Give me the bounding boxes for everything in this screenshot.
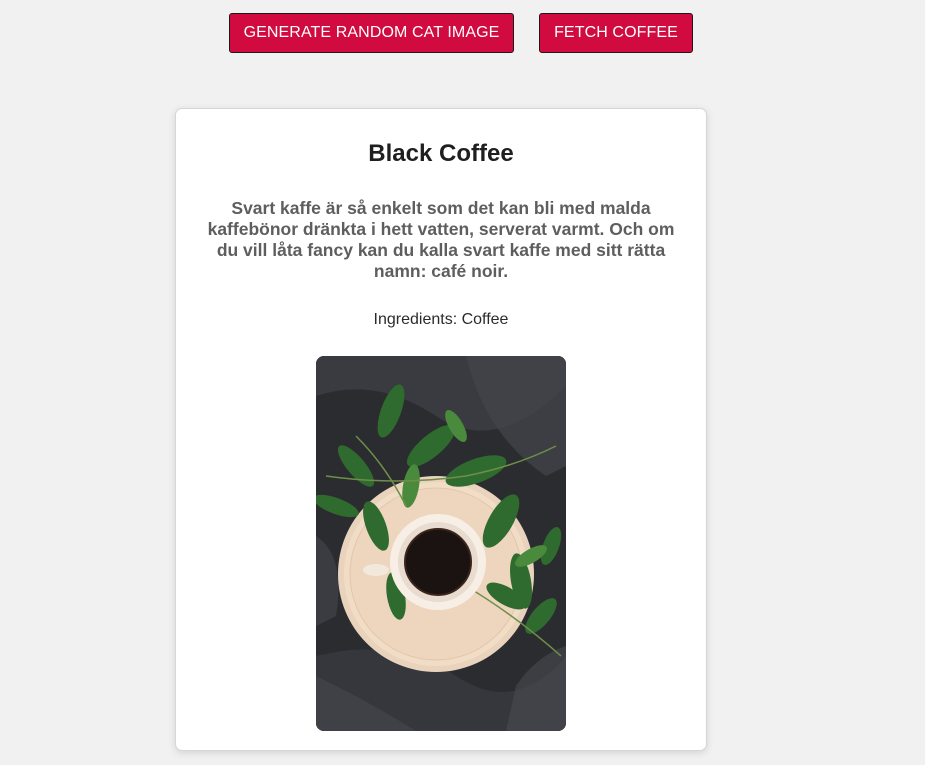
generate-cat-image-button[interactable]: GENERATE RANDOM CAT IMAGE	[229, 13, 514, 53]
coffee-card: Black Coffee Svart kaffe är så enkelt so…	[175, 108, 707, 751]
coffee-image	[316, 356, 566, 731]
coffee-ingredients: Ingredients: Coffee	[373, 311, 509, 328]
toolbar: GENERATE RANDOM CAT IMAGE FETCH COFFEE	[0, 13, 925, 53]
fetch-coffee-button[interactable]: FETCH COFFEE	[539, 13, 693, 53]
coffee-title: Black Coffee	[368, 140, 514, 167]
coffee-description: Svart kaffe är så enkelt som det kan bli…	[207, 198, 675, 281]
